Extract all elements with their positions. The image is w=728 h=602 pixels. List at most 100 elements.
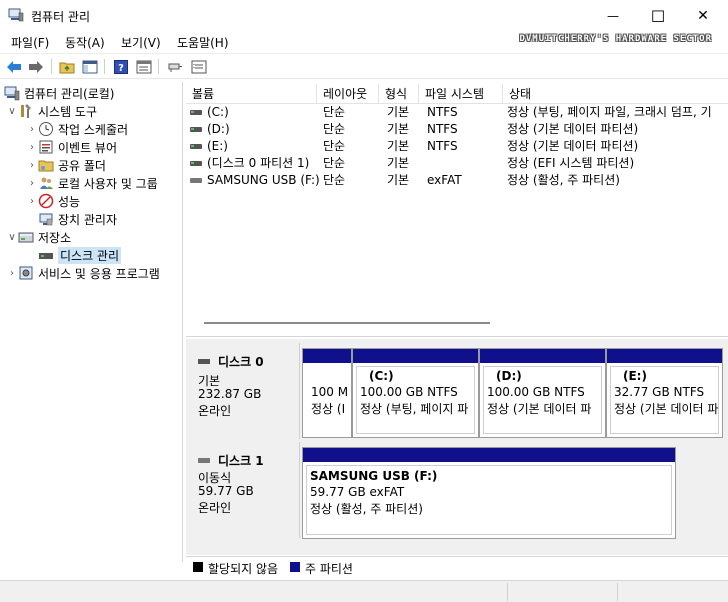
table-row[interactable]: (디스크 0 파티션 1) 단순 기본 정상 (EFI 시스템 파티션)	[186, 155, 728, 172]
chevron-right-icon[interactable]: ›	[26, 160, 38, 171]
menu-bar: 파일(F) 동작(A) 보기(V) 도움말(H) DVMUITCHERRY'S …	[0, 32, 728, 52]
drive-icon	[190, 161, 202, 166]
forward-button[interactable]	[26, 57, 46, 76]
column-header-layout[interactable]: 레이아웃	[317, 84, 379, 104]
table-row[interactable]: (D:) 단순 기본 NTFS 정상 (기본 데이터 파티션)	[186, 121, 728, 138]
volume-layout: 단순	[323, 139, 346, 153]
table-row[interactable]: (E:) 단순 기본 NTFS 정상 (기본 데이터 파티션)	[186, 138, 728, 155]
disk-0-partition-d[interactable]: (D:) 100.00 GB NTFS 정상 (기본 데이터 파	[479, 348, 606, 438]
tree-item-label: 작업 스케줄러	[58, 122, 129, 137]
menu-action[interactable]: 동작(A)	[65, 34, 105, 51]
up-folder-icon	[59, 62, 75, 73]
menu-file[interactable]: 파일(F)	[11, 34, 49, 51]
volume-name: (D:)	[207, 122, 230, 136]
list-icon	[191, 60, 207, 73]
properties-icon	[136, 60, 152, 73]
tree-item-storage[interactable]: ∨ 저장소	[6, 228, 71, 246]
menu-view[interactable]: 보기(V)	[121, 34, 161, 51]
legend-label-primary: 주 파티션	[305, 562, 353, 576]
volume-layout: 단순	[323, 156, 346, 170]
help-icon: ?	[114, 59, 128, 74]
disk-size: 232.87 GB	[198, 387, 262, 401]
partition-name: (D:)	[496, 369, 522, 383]
volume-list: 볼륨 레이아웃 형식 파일 시스템 상태 (C:) 단순 기본 NTFS 정상 …	[186, 82, 728, 337]
legend-swatch-unallocated	[193, 562, 203, 572]
up-folder-button[interactable]	[57, 57, 77, 76]
horizontal-scrollbar[interactable]	[204, 322, 490, 324]
column-header-type[interactable]: 형식	[379, 84, 419, 104]
chevron-right-icon[interactable]: ›	[6, 268, 18, 279]
maximize-button[interactable]: ☐	[635, 0, 681, 32]
menu-help[interactable]: 도움말(H)	[177, 34, 229, 51]
close-icon: ✕	[697, 8, 709, 24]
volume-name: SAMSUNG USB (F:)	[207, 173, 320, 187]
help-button[interactable]: ?	[111, 57, 131, 76]
connect-icon	[168, 63, 182, 72]
tree-item-performance[interactable]: › 성능	[26, 192, 80, 210]
partition-size: 32.77 GB NTFS	[614, 385, 705, 399]
drive-icon	[190, 110, 202, 115]
disk-state: 온라인	[198, 404, 232, 418]
minimize-button[interactable]: —	[590, 0, 636, 32]
tree-item-label: 성능	[58, 194, 81, 209]
disk-0-label[interactable]: 디스크 0 기본 232.87 GB 온라인	[188, 343, 300, 439]
volume-type: 기본	[387, 139, 410, 153]
tree-item-label: 장치 관리자	[58, 212, 118, 227]
tree-item-system-tools[interactable]: ∨ 시스템 도구	[6, 102, 97, 120]
removable-disk-icon	[198, 458, 210, 463]
table-row[interactable]: SAMSUNG USB (F:) 단순 기본 exFAT 정상 (활성, 주 파…	[186, 172, 728, 189]
tree-item-task-scheduler[interactable]: › 작업 스케줄러	[26, 120, 128, 138]
services-icon	[18, 265, 34, 281]
console-tree: 컴퓨터 관리(로컬) ∨ 시스템 도구 › 작업 스케줄러 › 이벤트 뷰어 ›…	[0, 82, 183, 562]
volume-name: (디스크 0 파티션 1)	[207, 156, 310, 170]
tree-item-shared-folders[interactable]: › 공유 폴더	[26, 156, 106, 174]
volume-file-system: NTFS	[427, 122, 458, 136]
tree-item-services-apps[interactable]: › 서비스 및 응용 프로그램	[6, 264, 160, 282]
partition-name: SAMSUNG USB (F:)	[310, 469, 438, 483]
performance-icon	[38, 193, 54, 209]
partition-status: 정상 (부팅, 페이지 파	[360, 402, 469, 416]
column-header-volume[interactable]: 볼륨	[186, 84, 317, 104]
show-hide-tree-button[interactable]	[80, 57, 100, 76]
table-row[interactable]: (C:) 단순 기본 NTFS 정상 (부팅, 페이지 파일, 크래시 덤프, …	[186, 104, 728, 121]
chevron-right-icon[interactable]: ›	[26, 196, 38, 207]
volume-layout: 단순	[323, 173, 346, 187]
column-header-file-system[interactable]: 파일 시스템	[419, 84, 503, 104]
connect-button[interactable]	[165, 57, 185, 76]
volume-name: (C:)	[207, 105, 229, 119]
partition-status: 정상 (기본 데이터 파	[614, 402, 719, 416]
disk-title: 디스크 1	[198, 452, 264, 469]
partition-size: 59.77 GB exFAT	[310, 485, 405, 499]
disk-1-label[interactable]: 디스크 1 이동식 59.77 GB 온라인	[188, 442, 300, 538]
tree-item-computer-management[interactable]: 컴퓨터 관리(로컬)	[4, 84, 114, 102]
tree-item-device-manager[interactable]: 장치 관리자	[38, 210, 117, 228]
watermark: DVMUITCHERRY'S HARDWARE SECTOR	[519, 34, 712, 44]
tree-item-label: 서비스 및 응용 프로그램	[38, 266, 160, 281]
chevron-down-icon[interactable]: ∨	[6, 106, 18, 117]
tree-item-disk-management[interactable]: 디스크 관리	[38, 246, 122, 264]
volume-status: 정상 (EFI 시스템 파티션)	[507, 156, 635, 170]
tree-item-local-users[interactable]: › 로컬 사용자 및 그룹	[26, 174, 158, 192]
svg-text:?: ?	[118, 63, 124, 74]
volume-type: 기본	[387, 122, 410, 136]
list-button[interactable]	[189, 57, 209, 76]
forward-arrow-icon	[29, 60, 43, 73]
chevron-right-icon[interactable]: ›	[26, 124, 38, 135]
column-header-status[interactable]: 상태	[503, 84, 728, 104]
partition-name: (C:)	[369, 369, 394, 383]
disk-1-partition-f[interactable]: SAMSUNG USB (F:) 59.77 GB exFAT 정상 (활성, …	[302, 447, 676, 539]
close-button[interactable]: ✕	[680, 0, 726, 32]
back-button[interactable]	[4, 57, 24, 76]
properties-button[interactable]	[134, 57, 154, 76]
volume-name: (E:)	[207, 139, 228, 153]
disk-0-partition-efi[interactable]: 100 M 정상 (I	[302, 348, 352, 438]
tree-item-label: 컴퓨터 관리(로컬)	[24, 86, 115, 101]
toolbar: ?	[0, 53, 728, 79]
tree-item-event-viewer[interactable]: › 이벤트 뷰어	[26, 138, 117, 156]
disk-0-partition-c[interactable]: (C:) 100.00 GB NTFS 정상 (부팅, 페이지 파	[352, 348, 479, 438]
chevron-right-icon[interactable]: ›	[26, 142, 38, 153]
chevron-down-icon[interactable]: ∨	[6, 232, 18, 243]
chevron-right-icon[interactable]: ›	[26, 178, 38, 189]
computer-management-icon	[8, 8, 24, 22]
disk-0-partition-e[interactable]: (E:) 32.77 GB NTFS 정상 (기본 데이터 파	[606, 348, 723, 438]
